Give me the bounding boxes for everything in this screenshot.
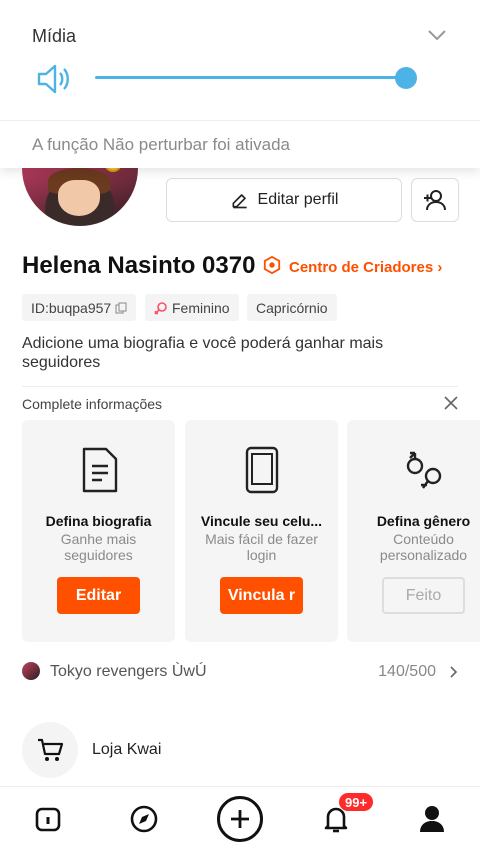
user-icon — [420, 806, 444, 832]
profile-music-row[interactable]: Tokyo revengers ÙwÚ 140/500 — [22, 660, 458, 684]
card-title: Defina gênero — [376, 513, 471, 529]
shopping-cart-icon — [38, 738, 64, 761]
chevron-right-icon: › — [437, 259, 443, 276]
complete-card-bio[interactable]: Defina biografia Ganhe mais seguidores E… — [22, 420, 175, 642]
card-title: Vincule seu celu... — [200, 513, 323, 529]
card-title: Defina biografia — [45, 513, 152, 529]
add-user-icon — [424, 190, 446, 211]
zodiac-label: Capricórnio — [256, 299, 328, 316]
document-icon — [82, 447, 118, 493]
bio-prompt[interactable]: Adicione uma biografia e você poderá gan… — [22, 334, 442, 372]
volume-slider-track[interactable] — [95, 76, 407, 79]
plus-icon — [231, 810, 249, 828]
card-description: Ganhe mais seguidores — [60, 531, 137, 563]
pencil-icon — [232, 194, 247, 209]
close-icon[interactable] — [443, 395, 459, 411]
create-button[interactable] — [217, 796, 263, 842]
nav-home[interactable] — [28, 799, 68, 839]
username: Helena Nasinto 0370 — [22, 252, 256, 279]
gender-icon — [406, 451, 442, 489]
gender-tag: Feminino — [145, 294, 239, 321]
edit-bio-button[interactable]: Editar — [57, 577, 140, 614]
gender-label: Feminino — [172, 299, 230, 316]
media-panel-title: Mídia — [32, 26, 77, 46]
copy-icon[interactable] — [115, 301, 127, 314]
chevron-right-icon — [450, 666, 458, 678]
section-gap — [0, 700, 480, 708]
shop-row[interactable]: Loja Kwai — [22, 722, 458, 778]
shop-label: Loja Kwai — [92, 741, 162, 758]
music-title: Tokyo revengers ÙwÚ — [50, 663, 207, 680]
nav-discover[interactable] — [124, 799, 164, 839]
nav-profile[interactable] — [412, 799, 452, 839]
complete-card-phone[interactable]: Vincule seu celu... Mais fácil de fazer … — [185, 420, 338, 642]
card-description: Mais fácil de fazer login — [205, 531, 318, 563]
speaker-icon[interactable] — [36, 62, 72, 96]
media-volume-panel: Mídia A função Não perturbar foi ativada — [0, 0, 480, 168]
music-thumbnail — [22, 662, 40, 680]
edit-profile-label: Editar perfil — [257, 191, 339, 208]
complete-card-gender[interactable]: Defina gênero Conteúdo personalizado Fei… — [347, 420, 480, 642]
compass-icon — [130, 805, 158, 833]
bottom-navigation — [0, 786, 480, 852]
shop-icon-wrap — [22, 722, 78, 778]
add-friend-button[interactable] — [411, 178, 459, 222]
complete-info-label: Complete informações — [22, 396, 163, 412]
link-phone-button[interactable]: Vincula r — [220, 577, 303, 614]
home-icon — [35, 807, 61, 832]
chevron-down-icon[interactable] — [426, 26, 448, 44]
creator-center-label: Centro de Criadores — [289, 259, 434, 276]
notification-badge: 99+ — [338, 792, 375, 812]
female-symbol-icon — [154, 301, 167, 314]
edit-profile-button[interactable]: Editar perfil — [166, 178, 402, 222]
user-id-tag[interactable]: ID:buqpa957 — [22, 294, 137, 321]
card-description: Conteúdo personalizado — [379, 531, 468, 563]
phone-icon — [245, 446, 279, 494]
avatar-face — [58, 180, 100, 216]
divider — [0, 120, 480, 121]
divider — [22, 386, 458, 387]
do-not-disturb-notice: A função Não perturbar foi ativada — [32, 135, 290, 154]
gender-done-button[interactable]: Feito — [382, 577, 465, 614]
user-id: ID:buqpa957 — [31, 299, 112, 316]
volume-slider-thumb[interactable] — [395, 67, 417, 89]
creator-center-link[interactable]: Centro de Criadores › — [289, 259, 442, 276]
music-count: 140/500 — [378, 663, 436, 680]
creator-hexagon-icon[interactable] — [263, 256, 281, 274]
zodiac-tag: Capricórnio — [247, 294, 337, 321]
